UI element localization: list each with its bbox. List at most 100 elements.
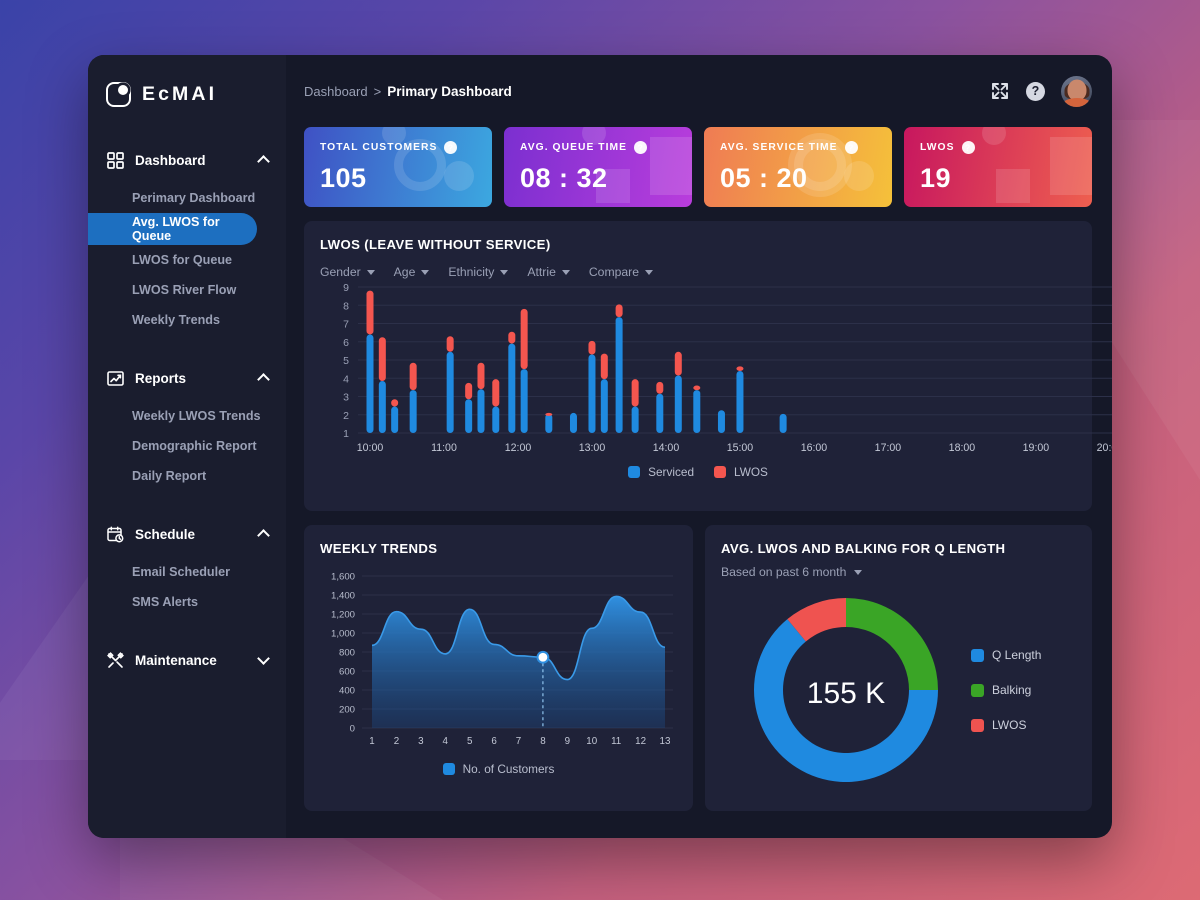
donut-chart[interactable]: 155 K <box>721 581 971 799</box>
filter-age[interactable]: Age <box>394 265 430 279</box>
svg-text:5: 5 <box>467 736 473 747</box>
sidebar-item-daily-report[interactable]: Daily Report <box>88 461 286 491</box>
kpi-card-total-customers[interactable]: TOTAL CUSTOMERS? 105 <box>304 127 492 207</box>
lwos-filter-row: Gender Age Ethnicity Attrie Compare <box>320 265 1076 279</box>
breadcrumb-separator: > <box>373 83 382 99</box>
chevron-down-icon <box>500 269 509 275</box>
sidebar-item-email-scheduler[interactable]: Email Scheduler <box>88 557 286 587</box>
bottom-panel-row: WEEKLY TRENDS 0 200 400 600 800 1,000 1,200 1,4… <box>304 525 1092 811</box>
filter-label: Compare <box>588 265 639 279</box>
svg-text:4: 4 <box>343 373 349 385</box>
brand-name: EcMAI <box>142 83 218 105</box>
sidebar-item-label: Weekly LWOS Trends <box>132 409 261 423</box>
legend-item-no-of-customers[interactable]: No. of Customers <box>442 762 554 776</box>
sidebar-group-dashboard[interactable]: Dashboard <box>88 143 286 177</box>
breadcrumb-parent[interactable]: Dashboard <box>304 84 368 99</box>
svg-text:8: 8 <box>540 736 546 747</box>
legend-item-serviced[interactable]: Serviced <box>628 465 694 479</box>
sidebar-item-label: Avg. LWOS for Queue <box>132 215 220 243</box>
filter-attrie[interactable]: Attrie <box>527 265 570 279</box>
sidebar-item-sms-alerts[interactable]: SMS Alerts <box>88 587 286 617</box>
svg-text:13: 13 <box>660 736 671 747</box>
legend-label: Serviced <box>648 465 695 479</box>
sidebar-item-weekly-trends[interactable]: Weekly Trends <box>88 305 286 335</box>
svg-text:13:00: 13:00 <box>579 442 606 454</box>
sidebar-subnav: Weekly LWOS Trends Demographic Report Dail… <box>88 401 286 491</box>
chevron-up-icon[interactable] <box>258 373 269 384</box>
svg-text:3: 3 <box>343 392 349 404</box>
kpi-value: 05 : 20 <box>720 163 808 193</box>
weekly-trends-panel: WEEKLY TRENDS 0 200 400 600 800 1,000 1,200 1,4… <box>304 525 693 811</box>
donut-period-selector[interactable]: Based on past 6 month <box>721 565 1076 579</box>
sidebar-group-maintenance[interactable]: Maintenance <box>88 643 286 677</box>
sidebar-item-label: Daily Report <box>132 469 207 483</box>
help-icon[interactable]: ? <box>634 141 648 154</box>
svg-text:11:00: 11:00 <box>431 442 457 454</box>
legend-swatch <box>714 466 727 478</box>
chart-line-icon <box>106 369 124 387</box>
sidebar-item-label: Perimary Dashboard <box>132 191 256 205</box>
svg-text:400: 400 <box>339 686 355 697</box>
sidebar-group-label: Dashboard <box>135 152 206 168</box>
help-icon[interactable]: ? <box>844 141 858 154</box>
help-icon[interactable]: ? <box>1026 81 1045 101</box>
avatar[interactable] <box>1061 75 1092 107</box>
grid-icon <box>106 151 124 169</box>
legend-swatch <box>628 466 641 478</box>
chevron-down-icon[interactable] <box>258 655 269 666</box>
sidebar-group-spacer <box>88 335 286 361</box>
kpi-card-avg-service-time[interactable]: AVG. SERVICE TIME? 05 : 20 <box>704 127 892 207</box>
legend-item-q-length[interactable]: Q Length <box>971 648 1041 662</box>
kpi-title: AVG. SERVICE TIME? <box>720 141 876 154</box>
weekly-trends-legend: No. of Customers <box>320 762 677 776</box>
svg-text:2: 2 <box>394 736 399 747</box>
help-icon[interactable]: ? <box>961 141 975 154</box>
kpi-card-lwos[interactable]: LWOS? 19 <box>904 127 1092 207</box>
chevron-up-icon[interactable] <box>258 529 269 540</box>
kpi-value: 08 : 32 <box>520 163 608 193</box>
donut-panel: AVG. LWOS AND BALKING FOR Q LENGTH Based… <box>705 525 1092 811</box>
lwos-bar-chart[interactable]: 1 2 3 4 5 6 7 8 9 10:00 11:00 12:00 13:00 14:00 15:00 1… <box>320 279 1112 459</box>
filter-label: Ethnicity <box>448 265 495 279</box>
svg-text:600: 600 <box>339 667 355 678</box>
chevron-up-icon[interactable] <box>258 155 269 166</box>
donut-chart-area: 155 K Q Length Balking LWOS <box>721 581 1076 799</box>
legend-item-balking[interactable]: Balking <box>971 683 1041 697</box>
weekly-trends-chart[interactable]: 0 200 400 600 800 1,000 1,200 1,400 1,600 1 2 3 4 5 6 7… <box>320 568 677 758</box>
sidebar-item-avg-lwos-for-queue[interactable]: Avg. LWOS for Queue <box>88 213 257 245</box>
svg-text:12:00: 12:00 <box>505 442 532 454</box>
svg-text:1,000: 1,000 <box>331 629 355 640</box>
sidebar-item-lwos-for-queue[interactable]: LWOS for Queue <box>88 245 286 275</box>
chevron-down-icon <box>366 269 375 275</box>
legend-item-lwos[interactable]: LWOS <box>714 465 768 479</box>
lwos-panel: LWOS (LEAVE WITHOUT SERVICE) Gender Age Et… <box>304 221 1112 511</box>
filter-label: Attrie <box>527 265 556 279</box>
sidebar-item-lwos-river-flow[interactable]: LWOS River Flow <box>88 275 286 305</box>
lwos-panel-title: LWOS (LEAVE WITHOUT SERVICE) <box>320 237 551 252</box>
filter-gender[interactable]: Gender <box>320 265 375 279</box>
sidebar-group-reports[interactable]: Reports <box>88 361 286 395</box>
filter-compare[interactable]: Compare <box>589 265 653 279</box>
brand-logo[interactable]: EcMAI <box>88 73 286 113</box>
kpi-card-avg-queue-time[interactable]: AVG. QUEUE TIME? 08 : 32 <box>504 127 692 207</box>
sidebar-group-schedule[interactable]: Schedule <box>88 517 286 551</box>
help-icon[interactable]: ? <box>444 141 458 154</box>
kpi-value: 105 <box>320 163 367 193</box>
sidebar-item-perimary-dashboard[interactable]: Perimary Dashboard <box>88 183 286 213</box>
sidebar-item-weekly-lwos-trends[interactable]: Weekly LWOS Trends <box>88 401 286 431</box>
weekly-trends-title: WEEKLY TRENDS <box>320 541 438 556</box>
chevron-down-icon <box>421 269 430 275</box>
expand-icon[interactable] <box>990 81 1010 101</box>
svg-text:6: 6 <box>491 736 497 747</box>
svg-text:1: 1 <box>343 428 349 440</box>
filter-label: Age <box>393 265 416 279</box>
legend-item-lwos[interactable]: LWOS <box>971 718 1041 732</box>
svg-text:18:00: 18:00 <box>949 442 976 454</box>
filter-ethnicity[interactable]: Ethnicity <box>448 265 509 279</box>
kpi-title: LWOS? <box>920 141 1076 154</box>
legend-swatch <box>971 648 984 662</box>
sidebar-item-label: SMS Alerts <box>132 595 199 609</box>
svg-text:1,200: 1,200 <box>331 610 355 621</box>
sidebar-item-demographic-report[interactable]: Demographic Report <box>88 431 286 461</box>
sidebar-item-label: LWOS River Flow <box>132 283 237 297</box>
